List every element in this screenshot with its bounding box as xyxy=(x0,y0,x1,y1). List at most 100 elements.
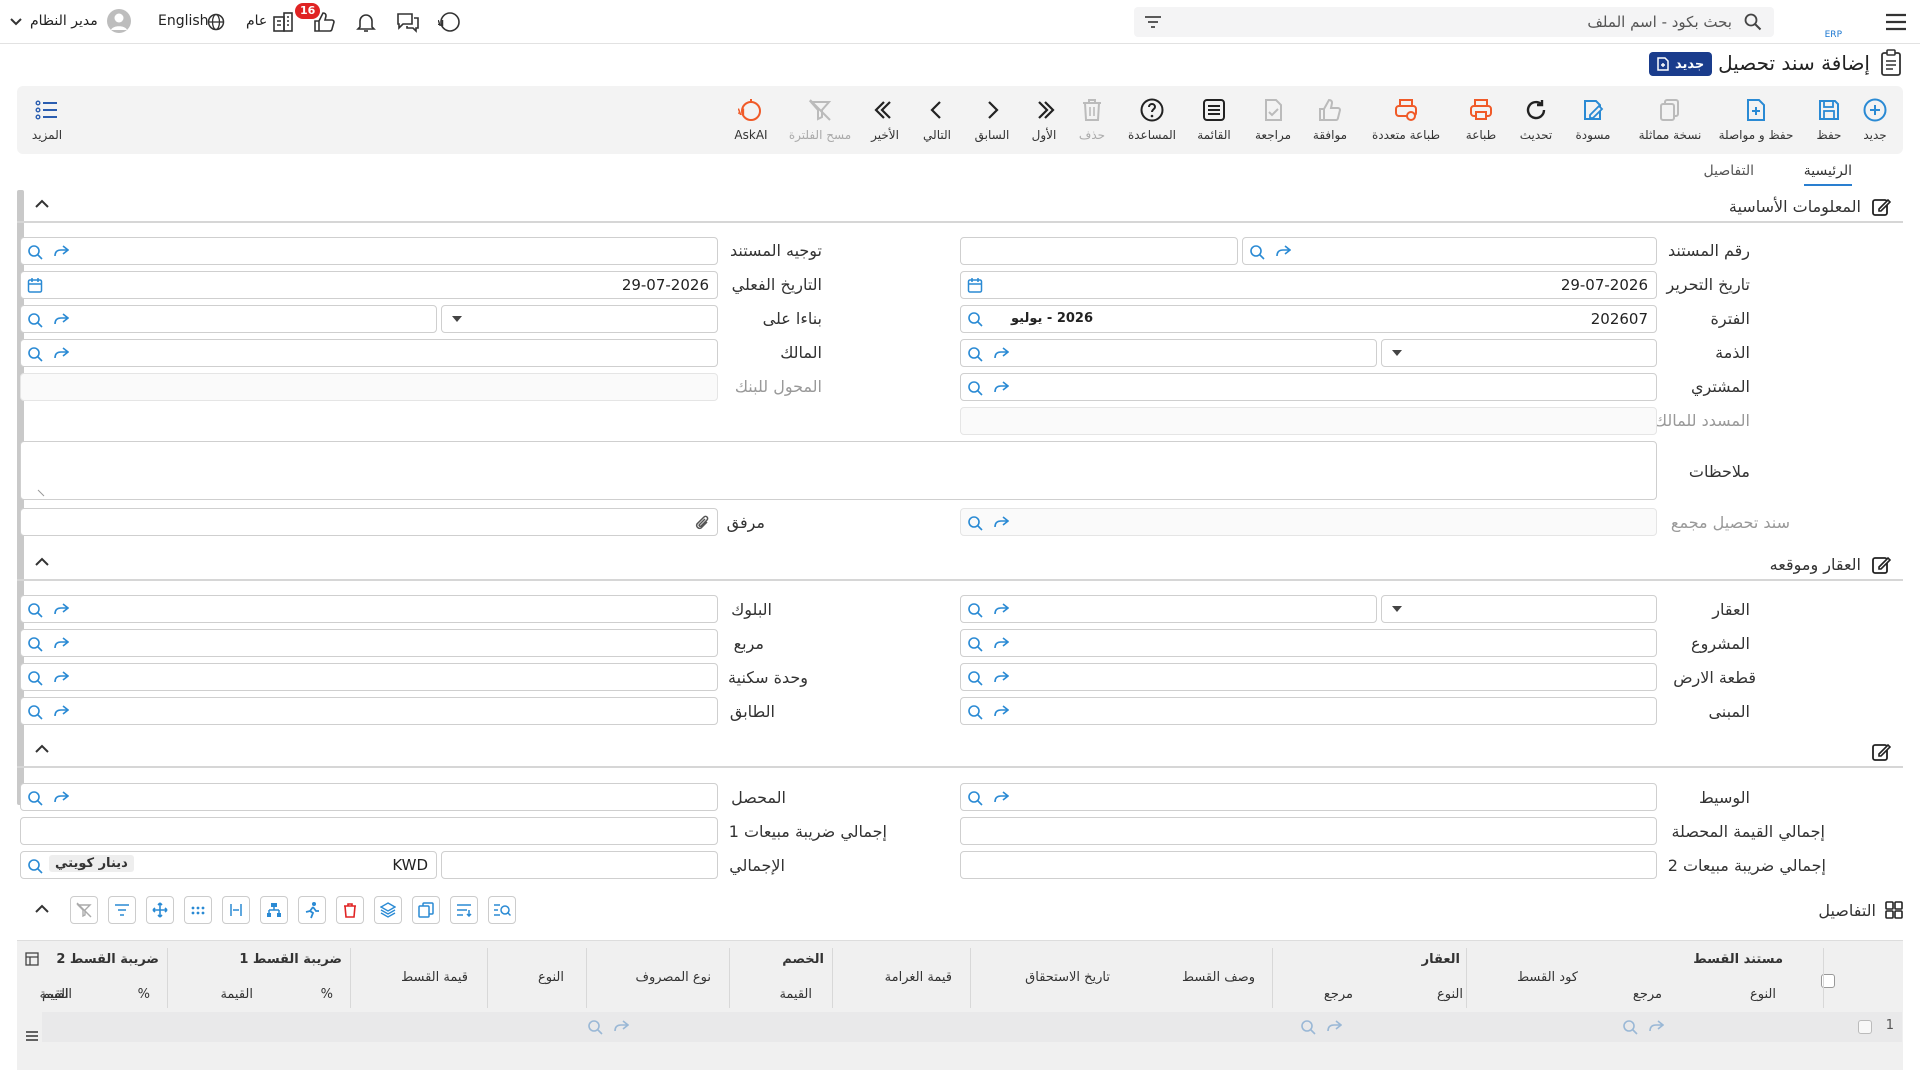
duplicate-button[interactable]: نسخة مماثلة xyxy=(1630,96,1710,142)
col-property-type[interactable]: النوع xyxy=(1437,987,1463,1002)
building-icon[interactable] xyxy=(271,10,295,34)
actual-date-field[interactable]: 29-07-2026 xyxy=(20,271,718,299)
edit-date-field[interactable]: 29-07-2026 xyxy=(960,271,1657,299)
col-type[interactable]: النوع xyxy=(538,970,564,985)
share-arrow-icon[interactable] xyxy=(993,515,1009,531)
search-refresh-icon[interactable] xyxy=(967,602,983,618)
next-button[interactable]: التالي xyxy=(907,96,967,142)
project-field[interactable] xyxy=(960,629,1657,657)
share-arrow-icon[interactable] xyxy=(53,790,69,806)
column-width-icon[interactable] xyxy=(222,896,250,924)
attachment-field[interactable] xyxy=(20,508,718,536)
period-field[interactable]: 202607 2026 - يوليو xyxy=(960,305,1657,333)
print-button[interactable]: طباعة xyxy=(1451,96,1511,142)
search-refresh-icon[interactable] xyxy=(27,704,43,720)
paperclip-icon[interactable] xyxy=(695,514,711,532)
grouped-receipt-field[interactable] xyxy=(960,508,1657,536)
land-plot-field[interactable] xyxy=(960,663,1657,691)
tab-main[interactable]: الرئيسية xyxy=(1803,163,1852,186)
col-property-ref[interactable]: مرجع xyxy=(1324,987,1353,1002)
bell-icon[interactable] xyxy=(354,10,378,34)
user-name[interactable]: مدير النظام xyxy=(30,13,98,29)
col-expense-type[interactable]: نوع المصروف xyxy=(635,970,711,985)
search-refresh-icon[interactable] xyxy=(1300,1019,1316,1035)
share-arrow-icon[interactable] xyxy=(1648,1019,1664,1035)
review-button[interactable]: مراجعة xyxy=(1243,96,1303,142)
section-basic-header[interactable]: المعلومات الأساسية xyxy=(17,191,1903,223)
total-vat2-field[interactable] xyxy=(960,851,1657,879)
account-field[interactable] xyxy=(960,339,1377,367)
col-doc-type[interactable]: النوع xyxy=(1750,987,1776,1002)
col-penalty[interactable]: قيمة الغرامة xyxy=(885,970,952,985)
search-refresh-icon[interactable] xyxy=(1249,244,1265,260)
layers-icon[interactable] xyxy=(374,896,402,924)
share-arrow-icon[interactable] xyxy=(53,346,69,362)
multi-print-button[interactable]: طباعة متعددة xyxy=(1366,96,1446,142)
share-arrow-icon[interactable] xyxy=(53,670,69,686)
building-field[interactable] xyxy=(960,697,1657,725)
share-arrow-icon[interactable] xyxy=(1326,1019,1342,1035)
tab-details[interactable]: التفاصيل xyxy=(1704,163,1754,179)
share-arrow-icon[interactable] xyxy=(53,244,69,260)
row-menu-icon[interactable] xyxy=(25,1030,39,1042)
search-refresh-icon[interactable] xyxy=(967,704,983,720)
section-property-header[interactable]: العقار وموقعه xyxy=(17,549,1903,581)
search-refresh-icon[interactable] xyxy=(967,346,983,362)
runner-icon[interactable] xyxy=(298,896,326,924)
col-value-truncated[interactable]: القيم xyxy=(42,987,69,1002)
doc-direction-field[interactable] xyxy=(20,237,718,265)
housing-unit-field[interactable] xyxy=(20,663,718,691)
share-arrow-icon[interactable] xyxy=(993,380,1009,396)
search-refresh-icon[interactable] xyxy=(27,790,43,806)
search-refresh-icon[interactable] xyxy=(967,311,983,327)
row-checkbox[interactable] xyxy=(1858,1020,1872,1034)
search-refresh-icon[interactable] xyxy=(27,312,43,328)
search-refresh-icon[interactable] xyxy=(27,346,43,362)
chevron-up-icon[interactable] xyxy=(35,744,49,754)
search-refresh-icon[interactable] xyxy=(967,515,983,531)
save-continue-button[interactable]: حفظ و مواصلة xyxy=(1716,96,1796,142)
search-refresh-icon[interactable] xyxy=(967,670,983,686)
share-arrow-icon[interactable] xyxy=(993,636,1009,652)
notes-textarea[interactable] xyxy=(20,441,1657,500)
share-arrow-icon[interactable] xyxy=(53,704,69,720)
previous-button[interactable]: السابق xyxy=(962,96,1022,142)
refresh-button[interactable]: تحديث xyxy=(1506,96,1566,142)
share-arrow-icon[interactable] xyxy=(53,312,69,328)
currency-field[interactable]: KWD دينار كويتي xyxy=(20,851,437,879)
total-field[interactable] xyxy=(441,851,718,879)
search-refresh-icon[interactable] xyxy=(27,602,43,618)
account-type-select[interactable] xyxy=(1381,339,1657,367)
more-button[interactable]: المزيد xyxy=(17,96,77,142)
property-type-select[interactable] xyxy=(1381,595,1657,623)
col-doc-ref[interactable]: مرجع xyxy=(1633,987,1662,1002)
col-installment-desc[interactable]: وصف القسط xyxy=(1182,970,1255,985)
list-button[interactable]: القائمة xyxy=(1184,96,1244,142)
col-vat1-value[interactable]: القيمة xyxy=(220,987,253,1002)
delete-row-icon[interactable] xyxy=(336,896,364,924)
share-arrow-icon[interactable] xyxy=(993,346,1009,362)
chevron-up-icon[interactable] xyxy=(35,199,49,209)
table-settings-icon[interactable] xyxy=(25,952,39,966)
search-refresh-icon[interactable] xyxy=(27,636,43,652)
search-refresh-icon[interactable] xyxy=(967,636,983,652)
share-arrow-icon[interactable] xyxy=(53,636,69,652)
draft-button[interactable]: مسودة xyxy=(1563,96,1623,142)
search-input[interactable]: بحث بكود - اسم الملف xyxy=(1134,7,1774,37)
share-arrow-icon[interactable] xyxy=(993,602,1009,618)
based-on-ref-field[interactable] xyxy=(20,305,437,333)
search-refresh-icon[interactable] xyxy=(27,858,43,874)
block-field[interactable] xyxy=(20,595,718,623)
owner-field[interactable] xyxy=(20,339,718,367)
save-button[interactable]: حفظ xyxy=(1799,96,1859,142)
col-due-date[interactable]: تاريخ الاستحقاق xyxy=(1025,970,1110,985)
chat-icon[interactable] xyxy=(396,10,420,34)
filter-icon[interactable] xyxy=(108,896,136,924)
sort-lines-icon[interactable] xyxy=(450,896,478,924)
col-installment-code[interactable]: كود القسط xyxy=(1517,970,1578,985)
col-discount-value[interactable]: القيمة xyxy=(779,987,812,1002)
chevron-down-icon[interactable] xyxy=(8,10,24,34)
clear-filter-button[interactable]: مسح الفلترة xyxy=(780,96,860,142)
col-vat2-percent[interactable]: % xyxy=(138,987,150,1002)
search-refresh-icon[interactable] xyxy=(1622,1019,1638,1035)
